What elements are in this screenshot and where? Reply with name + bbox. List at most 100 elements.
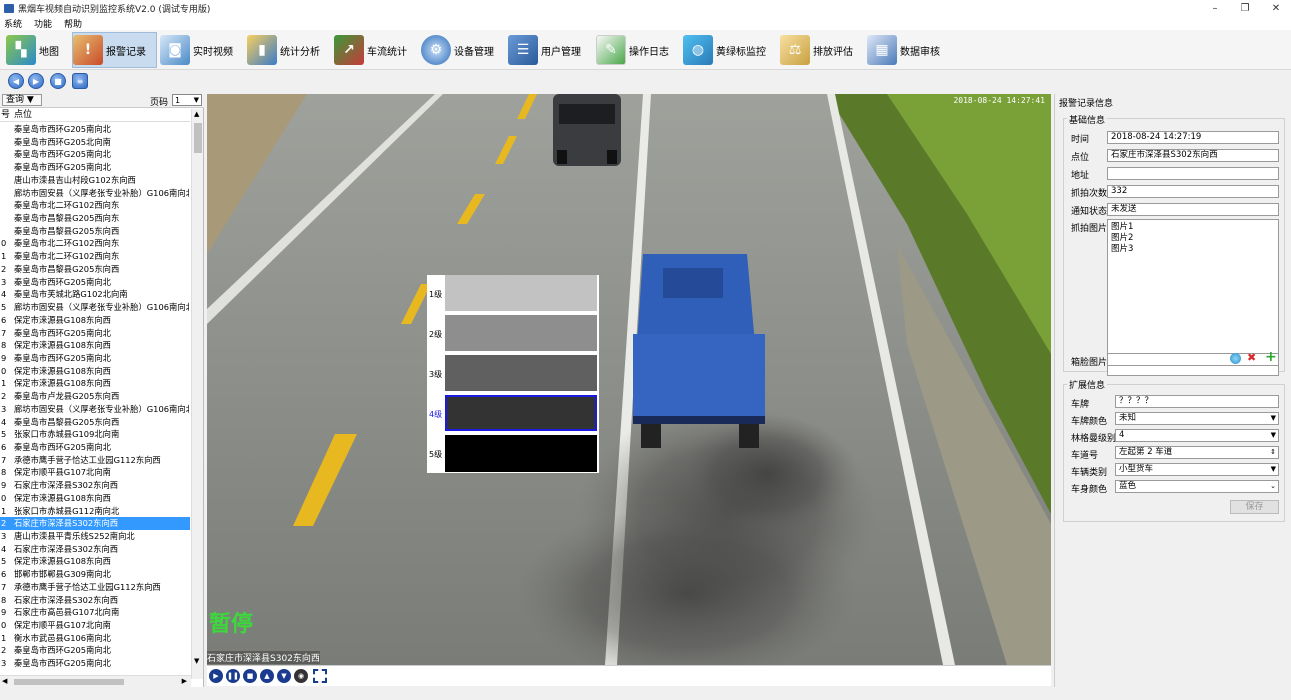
list-vertical-scrollbar[interactable]: ▲ ▼	[191, 109, 203, 679]
hscroll-thumb[interactable]	[14, 679, 124, 685]
vehicle-type-select[interactable]: 小型货车 ▼	[1115, 463, 1279, 476]
level-4-swatch[interactable]	[445, 395, 597, 431]
list-item[interactable]: 8 保定市顺平县G107北向南	[0, 466, 190, 479]
list-item[interactable]: 7 秦皇岛市西环G205南向北	[0, 327, 190, 340]
globe-icon[interactable]	[1230, 353, 1241, 364]
list-item[interactable]: 4 石家庄市深泽县S302东向西	[0, 543, 190, 556]
location-field[interactable]: 石家庄市深泽县S302东向西	[1107, 149, 1279, 162]
toolbar-live-video-button[interactable]: ◙ 实时视频	[160, 32, 233, 68]
level-3-swatch[interactable]	[445, 355, 597, 391]
list-item[interactable]: 8 保定市涞源县G108东向西	[0, 339, 190, 352]
list-item[interactable]: 图片1	[1111, 222, 1275, 233]
toolbar-traffic-stats-button[interactable]: ↗ 车流统计	[334, 32, 407, 68]
prev-icon[interactable]: ◀	[8, 73, 24, 89]
toolbar-oplog-button[interactable]: ✎ 操作日志	[596, 32, 669, 68]
list-item[interactable]: 2 秦皇岛市卢龙县G205东向西	[0, 390, 190, 403]
level-1-swatch[interactable]	[445, 275, 597, 311]
list-item[interactable]: 2 秦皇岛市西环G205南向北	[0, 644, 190, 657]
list-item[interactable]: 唐山市滦县吉山村段G102东向西	[0, 174, 190, 187]
pause-icon[interactable]: ❚❚	[226, 669, 240, 683]
list-item[interactable]: 廊坊市固安县（义厚老张专业补胎）G106南向北	[0, 187, 190, 200]
list-item[interactable]: 秦皇岛市昌黎县G205东向西	[0, 225, 190, 238]
list-item[interactable]: 0 保定市涞源县G108东向西	[0, 365, 190, 378]
list-item[interactable]: 1 张家口市赤城县G112南向北	[0, 505, 190, 518]
maximize-button[interactable]: ❐	[1230, 0, 1260, 16]
fullscreen-icon[interactable]	[313, 669, 327, 683]
list-item[interactable]: 5 廊坊市固安县（义厚老张专业补胎）G106南向北	[0, 301, 190, 314]
list-item[interactable]: 3 秦皇岛市西环G205南向北	[0, 657, 190, 670]
scroll-up-icon[interactable]: ▲	[194, 110, 199, 118]
list-item[interactable]: 9 石家庄市深泽县S302东向西	[0, 479, 190, 492]
stop-icon[interactable]: ■	[243, 669, 257, 683]
list-item[interactable]: 6 秦皇岛市西环G205南向北	[0, 441, 190, 454]
next-icon[interactable]: ▶	[28, 73, 44, 89]
list-item[interactable]: 2 秦皇岛市昌黎县G205东向西	[0, 263, 190, 276]
snapshot-icon[interactable]: ◉	[294, 669, 308, 683]
toolbar-emission-eval-button[interactable]: ⚖ 排放评估	[780, 32, 853, 68]
list-item[interactable]: 秦皇岛市西环G205北向南	[0, 136, 190, 149]
list-item[interactable]: 9 秦皇岛市西环G205南向北	[0, 352, 190, 365]
eject-icon[interactable]: ▲	[260, 669, 274, 683]
toolbar-user-mgmt-button[interactable]: ☰ 用户管理	[508, 32, 581, 68]
list-item[interactable]: 2 石家庄市深泽县S302东向西	[0, 517, 190, 530]
list-item[interactable]: 1 秦皇岛市北二环G102西向东	[0, 250, 190, 263]
minimize-button[interactable]: –	[1200, 0, 1230, 16]
menu-function[interactable]: 功能	[34, 17, 52, 30]
ringelmann-select[interactable]: 4 ▼	[1115, 429, 1279, 442]
toolbar-device-mgmt-button[interactable]: ⚙ 设备管理	[421, 32, 494, 68]
time-field[interactable]: 2018-08-24 14:27:19	[1107, 131, 1279, 144]
list-item[interactable]: 0 秦皇岛市北二环G102西向东	[0, 237, 190, 250]
play-icon[interactable]: ▶	[209, 669, 223, 683]
list-item[interactable]: 1 保定市涞源县G108东向西	[0, 377, 190, 390]
list-item[interactable]: 0 保定市顺平县G107北向南	[0, 619, 190, 632]
level-2-swatch[interactable]	[445, 315, 597, 351]
refresh-icon[interactable]: ≡	[72, 73, 88, 89]
video-player[interactable]: 2018-08-24 14:27:41 暂停 石家庄市深泽县S302东向西 1级…	[207, 94, 1051, 665]
list-item[interactable]: 秦皇岛市北二环G102西向东	[0, 199, 190, 212]
list-item[interactable]: 3 唐山市滦县平青乐线S252南向北	[0, 530, 190, 543]
list-item[interactable]: 3 廊坊市固安县（义厚老张专业补胎）G106南向北	[0, 403, 190, 416]
menu-system[interactable]: 系统	[4, 17, 22, 30]
add-icon[interactable]: +	[1265, 349, 1277, 365]
level-5-swatch[interactable]	[445, 435, 597, 472]
list-item[interactable]: 8 石家庄市深泽县S302东向西	[0, 594, 190, 607]
body-color-select[interactable]: 蓝色 ⌄	[1115, 480, 1279, 493]
scroll-left-icon[interactable]: ◀	[2, 677, 7, 685]
list-item[interactable]: 6 保定市涞源县G108东向西	[0, 314, 190, 327]
notify-status-field[interactable]: 未发送	[1107, 203, 1279, 216]
query-button[interactable]: 查询 ▼	[2, 94, 42, 106]
list-item[interactable]: 5 保定市涞源县G108东向西	[0, 555, 190, 568]
toolbar-data-audit-button[interactable]: ▦ 数据审核	[867, 32, 940, 68]
scroll-right-icon[interactable]: ▶	[182, 677, 187, 685]
toolbar-map-button[interactable]: ▚ 地图	[6, 32, 59, 68]
scroll-thumb[interactable]	[194, 123, 202, 153]
lane-stepper[interactable]: 左起第 2 车道 ⇕	[1115, 446, 1279, 459]
address-field[interactable]	[1107, 167, 1279, 180]
list-item[interactable]: 4 秦皇岛市昌黎县G205东向西	[0, 416, 190, 429]
menu-help[interactable]: 帮助	[64, 17, 82, 30]
list-item[interactable]: 1 衡水市武邑县G106南向北	[0, 632, 190, 645]
list-item[interactable]: 0 保定市涞源县G108东向西	[0, 492, 190, 505]
toolbar-statistics-button[interactable]: ▮ 统计分析	[247, 32, 320, 68]
list-item[interactable]: 秦皇岛市西环G205南向北	[0, 123, 190, 136]
list-item[interactable]: 秦皇岛市西环G205南向北	[0, 148, 190, 161]
delete-icon[interactable]: ✖	[1247, 351, 1256, 364]
list-item[interactable]: 秦皇岛市昌黎县G205西向东	[0, 212, 190, 225]
save-button[interactable]: 保存	[1230, 500, 1279, 514]
list-item[interactable]: 秦皇岛市西环G205南向北	[0, 161, 190, 174]
list-item[interactable]: 3 秦皇岛市西环G205南向北	[0, 276, 190, 289]
page-select[interactable]: 1 ▼	[172, 94, 202, 106]
spin-icon[interactable]: ⇕	[1270, 447, 1276, 458]
list-item[interactable]: 4 秦皇岛市芙城北路G102北向南	[0, 288, 190, 301]
list-item[interactable]: 6 邯郸市邯郸县G309南向北	[0, 568, 190, 581]
list-item[interactable]: 图片2	[1111, 233, 1275, 244]
list-item[interactable]: 9 石家庄市高邑县G107北向南	[0, 606, 190, 619]
scroll-down-icon[interactable]: ▼	[194, 657, 199, 665]
close-button[interactable]: ✕	[1261, 0, 1291, 16]
list-item[interactable]: 7 承德市鹰手营子恰达工业园G112东向西	[0, 581, 190, 594]
plate-color-select[interactable]: 未知 ▼	[1115, 412, 1279, 425]
list-item[interactable]: 7 承德市鹰手营子恰达工业园G112东向西	[0, 454, 190, 467]
toolbar-alarm-record-button[interactable]: ! 报警记录	[72, 32, 157, 68]
capture-count-field[interactable]: 332	[1107, 185, 1279, 198]
down-icon[interactable]: ▼	[277, 669, 291, 683]
